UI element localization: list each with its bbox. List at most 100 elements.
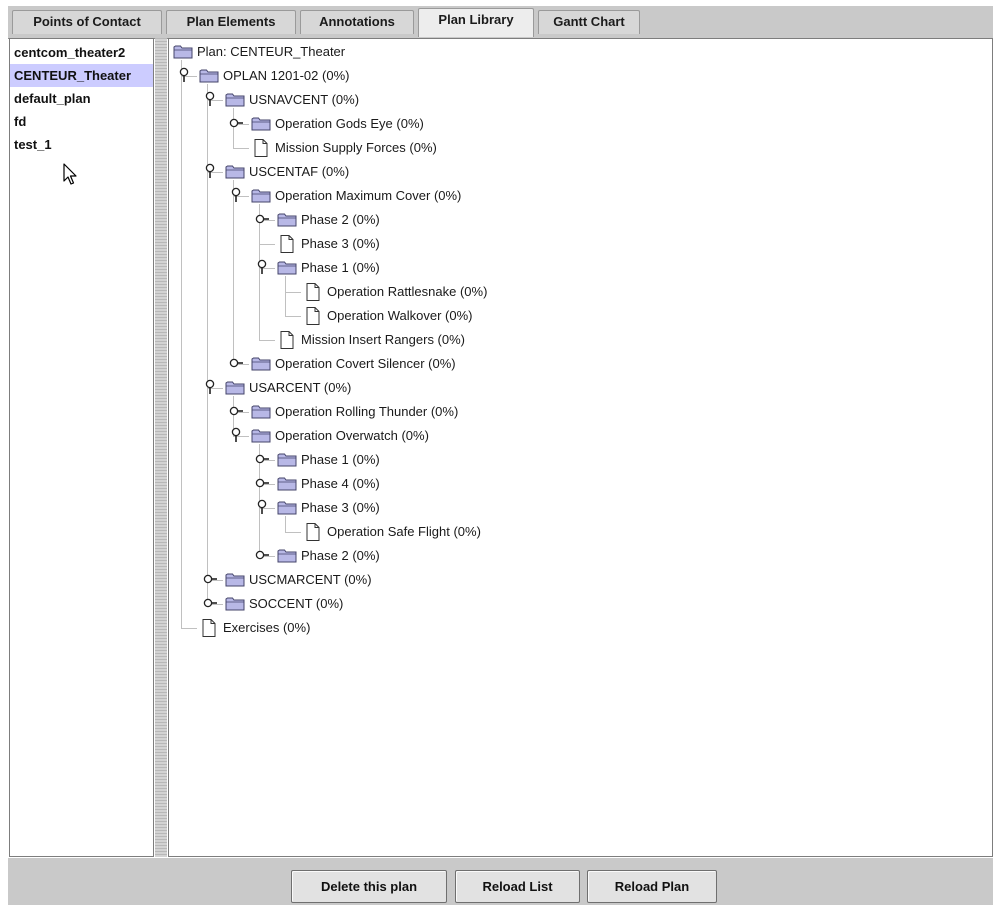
tab-bar: Points of Contact Plan Elements Annotati… (8, 6, 993, 39)
tab-plan-library[interactable]: Plan Library (418, 8, 534, 37)
plan-list-item[interactable]: test_1 (10, 133, 153, 156)
tree-node[interactable]: Phase 1 (0%) (169, 258, 969, 278)
folder-icon (277, 474, 297, 494)
tree-node[interactable]: Exercises (0%) (169, 618, 969, 638)
tab-annotations[interactable]: Annotations (300, 10, 414, 34)
reload-list-button[interactable]: Reload List (455, 870, 580, 903)
tree-node-label: USARCENT (0%) (249, 380, 352, 395)
tree-node[interactable]: Phase 2 (0%) (169, 546, 969, 566)
folder-icon (251, 426, 271, 446)
tree-node[interactable]: Mission Supply Forces (0%) (169, 138, 969, 158)
tree-node-label: Operation Walkover (0%) (327, 308, 473, 323)
tree-node-label: Operation Rolling Thunder (0%) (275, 404, 459, 419)
tree-node[interactable]: Operation Covert Silencer (0%) (169, 354, 969, 374)
tree-node-label: USNAVCENT (0%) (249, 92, 360, 107)
document-icon (303, 282, 323, 302)
tree-node[interactable]: Operation Safe Flight (0%) (169, 522, 969, 542)
tree-node[interactable]: Operation Overwatch (0%) (169, 426, 969, 446)
folder-icon (277, 546, 297, 566)
folder-icon (251, 354, 271, 374)
document-icon (199, 618, 219, 638)
plan-tree: Plan: CENTEUR_Theater OPLAN 1201-02 (0%) U… (168, 38, 993, 857)
tree-node[interactable]: Mission Insert Rangers (0%) (169, 330, 969, 350)
reload-plan-button[interactable]: Reload Plan (587, 870, 717, 903)
document-icon (303, 306, 323, 326)
folder-icon (251, 186, 271, 206)
tree-node[interactable]: Phase 2 (0%) (169, 210, 969, 230)
tree-node-label: USCMARCENT (0%) (249, 572, 372, 587)
tree-node[interactable]: USCENTAF (0%) (169, 162, 969, 182)
plan-list: centcom_theater2 CENTEUR_Theater default… (9, 38, 154, 857)
folder-icon (277, 258, 297, 278)
tree-node[interactable]: SOCCENT (0%) (169, 594, 969, 614)
tree-node-label: Operation Rattlesnake (0%) (327, 284, 488, 299)
tree-node[interactable]: Phase 3 (0%) (169, 498, 969, 518)
collapsed-handle-icon[interactable] (255, 475, 269, 491)
collapsed-handle-icon[interactable] (255, 451, 269, 467)
tab-plan-elements[interactable]: Plan Elements (166, 10, 296, 34)
plan-list-item[interactable]: CENTEUR_Theater (10, 64, 153, 87)
mouse-pointer-icon (63, 163, 79, 187)
collapsed-handle-icon[interactable] (229, 355, 243, 371)
tree-node-label: Operation Maximum Cover (0%) (275, 188, 462, 203)
tree-node[interactable]: Operation Maximum Cover (0%) (169, 186, 969, 206)
expanded-handle-icon[interactable] (229, 187, 243, 203)
expanded-handle-icon[interactable] (255, 259, 269, 275)
plan-list-item[interactable]: centcom_theater2 (10, 41, 153, 64)
tree-node[interactable]: Operation Rolling Thunder (0%) (169, 402, 969, 422)
tree-node-label: SOCCENT (0%) (249, 596, 344, 611)
tree-node[interactable]: Plan: CENTEUR_Theater (169, 42, 969, 62)
expanded-handle-icon[interactable] (203, 163, 217, 179)
tree-node[interactable]: USNAVCENT (0%) (169, 90, 969, 110)
tree-node-label: Phase 4 (0%) (301, 476, 380, 491)
collapsed-handle-icon[interactable] (229, 403, 243, 419)
tree-node-label: Operation Covert Silencer (0%) (275, 356, 456, 371)
tree-node-label: Operation Safe Flight (0%) (327, 524, 481, 539)
folder-icon (225, 594, 245, 614)
tree-node[interactable]: Operation Rattlesnake (0%) (169, 282, 969, 302)
delete-plan-button[interactable]: Delete this plan (291, 870, 447, 903)
tree-node-label: Plan: CENTEUR_Theater (197, 44, 346, 59)
tab-points-of-contact[interactable]: Points of Contact (12, 10, 162, 34)
tab-gantt-chart[interactable]: Gantt Chart (538, 10, 640, 34)
plan-list-item[interactable]: default_plan (10, 87, 153, 110)
document-icon (251, 138, 271, 158)
document-icon (303, 522, 323, 542)
folder-icon (173, 42, 193, 62)
folder-icon (251, 402, 271, 422)
expanded-handle-icon[interactable] (255, 499, 269, 515)
tree-node-label: USCENTAF (0%) (249, 164, 350, 179)
folder-icon (277, 498, 297, 518)
expanded-handle-icon[interactable] (203, 91, 217, 107)
tree-node-label: Operation Overwatch (0%) (275, 428, 429, 443)
tree-node[interactable]: Phase 4 (0%) (169, 474, 969, 494)
plan-list-item[interactable]: fd (10, 110, 153, 133)
expanded-handle-icon[interactable] (203, 379, 217, 395)
tree-node-label: Exercises (0%) (223, 620, 311, 635)
collapsed-handle-icon[interactable] (229, 115, 243, 131)
collapsed-handle-icon[interactable] (203, 571, 217, 587)
folder-icon (225, 570, 245, 590)
collapsed-handle-icon[interactable] (203, 595, 217, 611)
button-bar: Delete this plan Reload List Reload Plan (8, 858, 993, 905)
tree-node[interactable]: USARCENT (0%) (169, 378, 969, 398)
folder-icon (277, 450, 297, 470)
tree-node[interactable]: USCMARCENT (0%) (169, 570, 969, 590)
split-pane-divider[interactable] (155, 38, 167, 857)
tree-node-label: Phase 3 (0%) (301, 236, 380, 251)
tree-node[interactable]: Operation Walkover (0%) (169, 306, 969, 326)
tree-node[interactable]: Phase 1 (0%) (169, 450, 969, 470)
tree-node[interactable]: OPLAN 1201-02 (0%) (169, 66, 969, 86)
expanded-handle-icon[interactable] (229, 427, 243, 443)
collapsed-handle-icon[interactable] (255, 547, 269, 563)
tree-node[interactable]: Phase 3 (0%) (169, 234, 969, 254)
collapsed-handle-icon[interactable] (255, 211, 269, 227)
expanded-handle-icon[interactable] (177, 67, 191, 83)
tree-node-label: Phase 3 (0%) (301, 500, 380, 515)
tree-node[interactable]: Operation Gods Eye (0%) (169, 114, 969, 134)
tree-node-label: Mission Insert Rangers (0%) (301, 332, 465, 347)
tree-node-label: Phase 2 (0%) (301, 548, 380, 563)
plan-library-window: Points of Contact Plan Elements Annotati… (0, 0, 997, 909)
tree-node-label: Phase 1 (0%) (301, 260, 380, 275)
folder-icon (199, 66, 219, 86)
